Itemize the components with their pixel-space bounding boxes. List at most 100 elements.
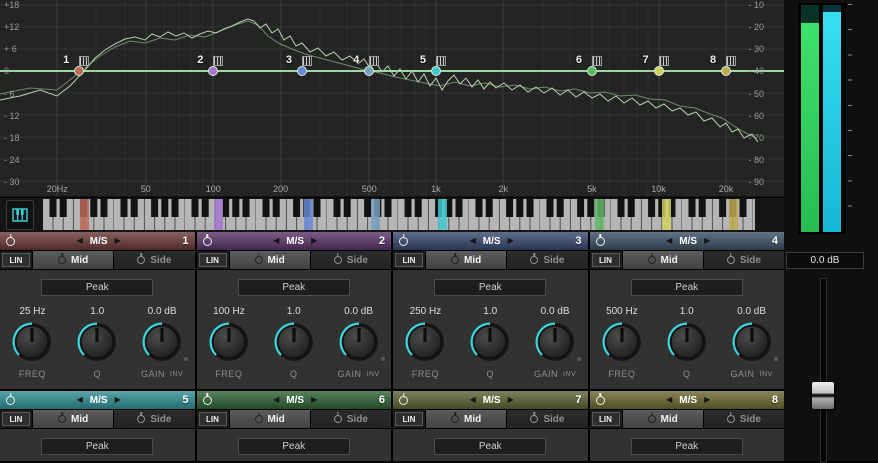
band-keyboard-chip-icon[interactable] <box>435 56 446 66</box>
q-value[interactable]: 1.0 <box>65 306 130 317</box>
q-value[interactable]: 1.0 <box>654 306 719 317</box>
keyboard-toggle-button[interactable] <box>6 199 34 230</box>
q-knob[interactable] <box>665 320 709 364</box>
q-knob[interactable] <box>272 320 316 364</box>
filter-type-select[interactable]: Peak <box>630 438 743 455</box>
band-power-button[interactable] <box>595 395 605 405</box>
freq-knob[interactable] <box>207 320 251 364</box>
linear-phase-button[interactable]: LIN <box>395 253 423 267</box>
invert-led[interactable] <box>773 357 778 361</box>
freq-knob[interactable] <box>403 320 447 364</box>
invert-button[interactable]: INV <box>170 371 183 378</box>
mid-power-icon[interactable] <box>254 415 263 423</box>
mid-tab[interactable]: Mid <box>425 251 507 269</box>
band-keyboard-chip-icon[interactable] <box>658 56 669 66</box>
ms-mode-button[interactable]: M/S <box>483 395 501 406</box>
gain-value[interactable]: 0.0 dB <box>719 306 784 317</box>
band-dot[interactable] <box>653 66 664 76</box>
side-tab[interactable]: Side <box>702 251 784 269</box>
prev-channel-arrow-icon[interactable]: ◀ <box>666 237 672 245</box>
mid-power-icon[interactable] <box>254 256 263 264</box>
gain-knob[interactable] <box>533 320 577 364</box>
band-dot[interactable] <box>586 66 597 76</box>
band-power-button[interactable] <box>202 236 212 246</box>
freq-value[interactable]: 500 Hz <box>590 306 655 317</box>
side-tab[interactable]: Side <box>702 410 784 428</box>
side-tab[interactable]: Side <box>113 410 195 428</box>
gain-knob[interactable] <box>730 320 774 364</box>
ms-mode-button[interactable]: M/S <box>286 236 304 247</box>
band-keyboard-chip-icon[interactable] <box>79 56 90 66</box>
side-tab[interactable]: Side <box>506 410 588 428</box>
output-level-readout[interactable]: 0.0 dB <box>786 252 864 269</box>
mid-power-icon[interactable] <box>647 415 656 423</box>
side-power-icon[interactable] <box>333 415 342 423</box>
freq-value[interactable]: 250 Hz <box>393 306 458 317</box>
next-channel-arrow-icon[interactable]: ▶ <box>311 396 317 404</box>
mid-tab[interactable]: Mid <box>32 251 114 269</box>
eq-curve-display[interactable]: +18 +12 + 60- 6- 12- 18- 24- 30 - 10- 20- … <box>0 0 784 196</box>
freq-value[interactable]: 100 Hz <box>197 306 262 317</box>
invert-button[interactable]: INV <box>760 371 773 378</box>
side-tab[interactable]: Side <box>113 251 195 269</box>
linear-phase-button[interactable]: LIN <box>2 412 30 426</box>
band-power-button[interactable] <box>6 395 15 405</box>
band-keyboard-chip-icon[interactable] <box>725 56 736 66</box>
side-power-icon[interactable] <box>726 256 735 264</box>
fader-track[interactable] <box>820 278 827 463</box>
prev-channel-arrow-icon[interactable]: ◀ <box>470 237 476 245</box>
mid-tab[interactable]: Mid <box>621 410 703 428</box>
filter-type-select[interactable]: Peak <box>434 279 547 296</box>
piano-keyboard[interactable] <box>43 199 755 230</box>
next-channel-arrow-icon[interactable]: ▶ <box>115 396 121 404</box>
output-fader[interactable] <box>784 278 878 463</box>
next-channel-arrow-icon[interactable]: ▶ <box>704 396 710 404</box>
prev-channel-arrow-icon[interactable]: ◀ <box>273 396 279 404</box>
mid-power-icon[interactable] <box>647 256 656 264</box>
mid-power-icon[interactable] <box>58 415 67 423</box>
mid-tab[interactable]: Mid <box>621 251 703 269</box>
gain-knob[interactable] <box>337 320 381 364</box>
band-keyboard-chip-icon[interactable] <box>369 56 380 66</box>
prev-channel-arrow-icon[interactable]: ◀ <box>273 237 279 245</box>
linear-phase-button[interactable]: LIN <box>198 253 227 267</box>
band-keyboard-chip-icon[interactable] <box>301 56 312 66</box>
side-power-icon[interactable] <box>530 415 539 423</box>
gain-knob[interactable] <box>140 320 184 364</box>
side-tab[interactable]: Side <box>309 410 391 428</box>
filter-type-select[interactable]: Peak <box>41 279 154 296</box>
band-power-button[interactable] <box>595 236 605 246</box>
filter-type-select[interactable]: Peak <box>630 279 743 296</box>
q-knob[interactable] <box>75 320 119 364</box>
ms-mode-button[interactable]: M/S <box>679 395 697 406</box>
filter-type-select[interactable]: Peak <box>434 438 547 455</box>
invert-button[interactable]: INV <box>367 371 380 378</box>
band-keyboard-chip-icon[interactable] <box>213 56 224 66</box>
ms-mode-button[interactable]: M/S <box>483 236 501 247</box>
fader-handle[interactable] <box>812 382 834 409</box>
prev-channel-arrow-icon[interactable]: ◀ <box>77 237 83 245</box>
band-dot[interactable] <box>296 66 307 76</box>
ms-mode-button[interactable]: M/S <box>286 395 304 406</box>
gain-value[interactable]: 0.0 dB <box>130 306 195 317</box>
mid-power-icon[interactable] <box>451 256 460 264</box>
linear-phase-button[interactable]: LIN <box>2 253 30 267</box>
side-power-icon[interactable] <box>137 415 146 423</box>
prev-channel-arrow-icon[interactable]: ◀ <box>666 396 672 404</box>
next-channel-arrow-icon[interactable]: ▶ <box>508 396 514 404</box>
mid-tab[interactable]: Mid <box>32 410 114 428</box>
invert-button[interactable]: INV <box>563 371 576 378</box>
prev-channel-arrow-icon[interactable]: ◀ <box>470 396 476 404</box>
mid-tab[interactable]: Mid <box>425 410 507 428</box>
side-tab[interactable]: Side <box>506 251 588 269</box>
mid-tab[interactable]: Mid <box>228 410 310 428</box>
freq-value[interactable]: 25 Hz <box>0 306 65 317</box>
mid-power-icon[interactable] <box>58 256 67 264</box>
linear-phase-button[interactable]: LIN <box>198 412 227 426</box>
linear-phase-button[interactable]: LIN <box>591 412 620 426</box>
linear-phase-button[interactable]: LIN <box>395 412 423 426</box>
band-power-button[interactable] <box>202 395 212 405</box>
band-dot[interactable] <box>430 66 441 76</box>
ms-mode-button[interactable]: M/S <box>90 236 108 247</box>
next-channel-arrow-icon[interactable]: ▶ <box>115 237 121 245</box>
